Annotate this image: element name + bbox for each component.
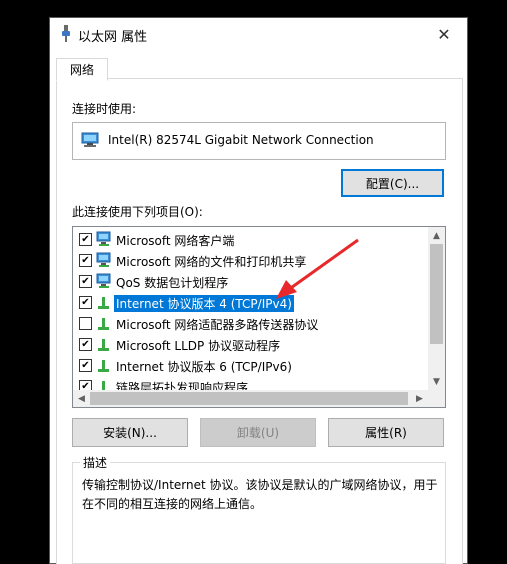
list-item[interactable]: ✔ Microsoft LLDP 协议驱动程序 [73, 334, 425, 355]
item-label: Microsoft 网络的文件和打印机共享 [116, 255, 307, 269]
title-bar: 以太网 属性 ✕ [50, 18, 467, 50]
horizontal-scroll-thumb[interactable] [90, 392, 408, 405]
scroll-left-icon[interactable]: ◀ [73, 390, 90, 407]
item-checkbox[interactable]: ✔ [79, 233, 92, 246]
items-label: 此连接使用下列项目(O): [72, 205, 203, 219]
scroll-up-icon[interactable]: ▲ [428, 227, 445, 244]
description-title: 描述 [80, 454, 111, 471]
tab-network[interactable]: 网络 [56, 58, 108, 81]
items-list[interactable]: ✔ Microsoft 网络客户端 ✔ Microsoft 网络的文件和打印机共享 ✔ Q… [72, 226, 446, 408]
list-item[interactable]: ✔ Microsoft 网络客户端 [73, 229, 425, 250]
adapter-name: Intel(R) 82574L Gigabit Network Connecti… [108, 133, 374, 147]
list-item[interactable]: ✔ QoS 数据包计划程序 [73, 271, 425, 292]
protocol-icon [98, 297, 109, 309]
protocol-icon [98, 318, 109, 330]
uninstall-button[interactable]: 卸载(U) [200, 418, 316, 447]
protocol-icon [98, 360, 109, 372]
list-item[interactable]: Microsoft 网络适配器多路传送器协议 [73, 313, 425, 334]
network-adapter-icon [81, 132, 99, 147]
item-label: Microsoft LLDP 协议驱动程序 [116, 339, 281, 353]
configure-button[interactable]: 配置(C)... [341, 169, 444, 197]
list-item[interactable]: ✔ Internet 协议版本 6 (TCP/IPv6) [73, 355, 425, 376]
adapter-box: Intel(R) 82574L Gigabit Network Connecti… [72, 122, 446, 160]
close-icon: ✕ [437, 24, 451, 44]
item-label: Internet 协议版本 6 (TCP/IPv6) [116, 360, 292, 374]
network-client-icon [96, 231, 111, 246]
item-checkbox[interactable] [79, 317, 92, 330]
window-title: 以太网 属性 [78, 30, 148, 45]
qos-icon [96, 273, 111, 288]
close-button[interactable]: ✕ [421, 18, 467, 50]
list-item[interactable]: ✔ Microsoft 网络的文件和打印机共享 [73, 250, 425, 271]
item-label: Microsoft 网络客户端 [116, 234, 235, 248]
item-label: Microsoft 网络适配器多路传送器协议 [116, 318, 319, 332]
item-checkbox[interactable]: ✔ [79, 338, 92, 351]
install-button[interactable]: 安装(N)... [72, 418, 188, 447]
item-checkbox[interactable]: ✔ [79, 254, 92, 267]
item-checkbox[interactable]: ✔ [79, 359, 92, 372]
description-text: 传输控制协议/Internet 协议。该协议是默认的广域网络协议，用于在不同的相… [82, 478, 438, 511]
properties-window: 以太网 属性 ✕ 网络 连接时使用: Intel(R) 82574L Gigab… [50, 18, 467, 564]
file-printer-sharing-icon [96, 252, 111, 267]
vertical-scrollbar[interactable]: ▲ ▼ [428, 227, 445, 390]
horizontal-scrollbar[interactable]: ◀ ▶ [73, 390, 445, 407]
protocol-icon [98, 339, 109, 351]
connect-using-label: 连接时使用: [72, 102, 137, 116]
list-item[interactable]: ✔ Internet 协议版本 4 (TCP/IPv4) [73, 292, 425, 313]
network-plug-icon [62, 25, 70, 42]
item-label: QoS 数据包计划程序 [116, 276, 229, 290]
vertical-scroll-thumb[interactable] [430, 244, 443, 344]
item-label: Internet 协议版本 4 (TCP/IPv4) [114, 295, 294, 312]
item-checkbox[interactable]: ✔ [79, 275, 92, 288]
item-checkbox[interactable]: ✔ [79, 296, 92, 309]
properties-button[interactable]: 属性(R) [328, 418, 444, 447]
scroll-down-icon[interactable]: ▼ [428, 373, 445, 390]
scroll-right-icon[interactable]: ▶ [411, 390, 428, 407]
